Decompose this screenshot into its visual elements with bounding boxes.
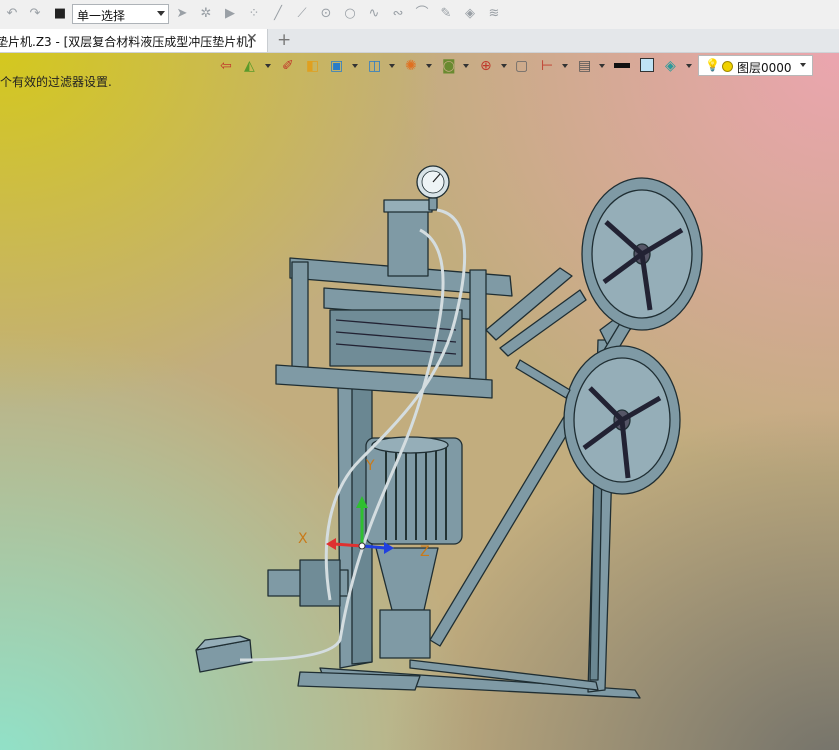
x-axis-line [333, 542, 363, 548]
x-axis-label: X [298, 531, 308, 547]
selection-mode-value: 单一选择 [77, 9, 126, 23]
main-toolbar: ↶ ↷ ■ 单一选择 ➤ ✲ ▶ ⁘ ╱ ⟋ ⊙ ○ ∿ ∾ ⌒ ✎ ◈ ≋ [0, 0, 839, 30]
press-bottom-plate [275, 364, 493, 399]
undo-icon[interactable]: ↶ [4, 6, 20, 22]
document-tab-bar: 垫片机.Z3 - [双层复合材料液压成型冲压垫片机] ✕ + [0, 29, 839, 53]
layer-stack-icon[interactable]: ≋ [486, 6, 502, 22]
motor-top [371, 436, 449, 454]
point-icon[interactable]: ⁘ [246, 6, 262, 22]
valve-body [299, 559, 341, 607]
z-axis-line [361, 544, 387, 550]
graphics-viewport[interactable]: 个有效的过滤器设置. ⇦ ◭ ✐ ◧ ▣ ◫ ✺ ◙ ⊕ ▢ ⊢ ▤ ◈ 💡 图… [0, 53, 839, 750]
face-icon[interactable]: ◈ [462, 6, 478, 22]
curve-icon[interactable]: ∿ [366, 6, 382, 22]
cylinder-cap [383, 199, 433, 213]
y-axis-label: Y [365, 458, 375, 474]
selection-mode-select[interactable]: 单一选择 [72, 4, 169, 24]
circle-icon[interactable]: ○ [342, 6, 358, 22]
circle-center-icon[interactable]: ⊙ [318, 6, 334, 22]
motor-body [365, 437, 463, 545]
gauge-stem [428, 197, 438, 211]
spline-icon[interactable]: ∾ [390, 6, 406, 22]
line-icon[interactable]: ╱ [270, 6, 286, 22]
document-tab[interactable]: 垫片机.Z3 - [双层复合材料液压成型冲压垫片机] ✕ [0, 29, 268, 52]
chevron-down-icon [157, 11, 165, 16]
press-left-post [291, 261, 309, 371]
z-axis-label: Z [420, 544, 430, 560]
select-arrow-icon[interactable]: ➤ [174, 6, 190, 22]
pump-base [379, 609, 431, 659]
arc-icon[interactable]: ⌒ [414, 6, 430, 22]
stop-icon[interactable]: ■ [52, 6, 68, 22]
machine-model[interactable]: X Y Z [0, 53, 839, 750]
document-tab-title: 垫片机.Z3 - [双层复合材料液压成型冲压垫片机] [0, 35, 253, 49]
close-icon[interactable]: ✕ [246, 32, 260, 46]
redo-icon[interactable]: ↷ [27, 6, 43, 22]
feed-link [515, 359, 571, 399]
add-tab-icon[interactable]: + [277, 31, 293, 49]
press-right-post [469, 269, 487, 391]
gear-filter-icon[interactable]: ✲ [198, 6, 214, 22]
pen-icon[interactable]: ✎ [438, 6, 454, 22]
segment-icon[interactable]: ⟋ [294, 6, 310, 22]
hydraulic-cylinder [387, 205, 429, 277]
play-icon[interactable]: ▶ [222, 6, 238, 22]
